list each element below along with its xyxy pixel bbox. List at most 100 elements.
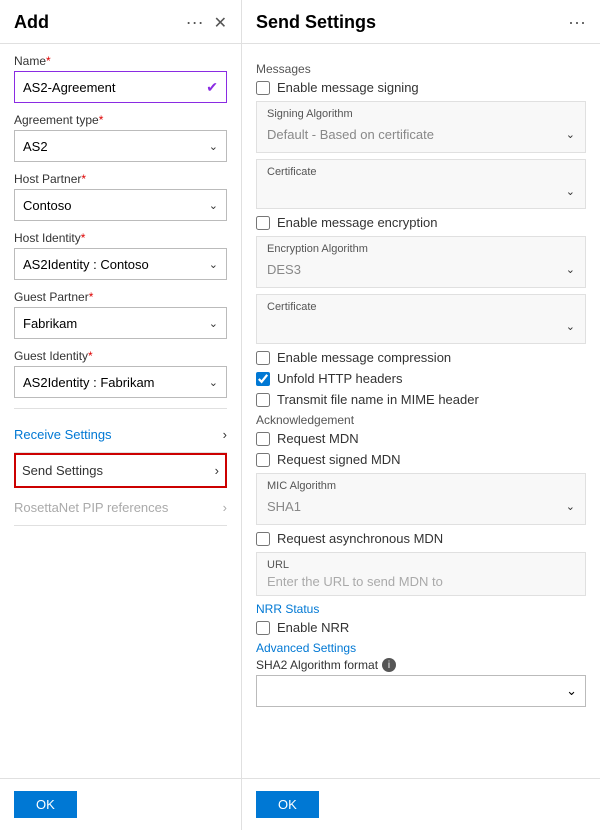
right-header: Send Settings ··· [242, 0, 600, 44]
enable-signing-label: Enable message signing [277, 80, 419, 95]
chevron-right-icon: › [215, 463, 219, 478]
advanced-settings-label: Advanced Settings [256, 641, 586, 655]
check-icon: ✔ [206, 79, 218, 96]
request-async-mdn-checkbox[interactable] [256, 532, 270, 546]
right-body: Messages Enable message signing Signing … [242, 44, 600, 778]
chevron-down-icon: ⌄ [566, 683, 577, 699]
guest-partner-group: Guest Partner* Fabrikam ⌄ [14, 290, 227, 339]
agreement-type-label: Agreement type* [14, 113, 227, 127]
chevron-down-icon: ⌄ [566, 263, 575, 276]
enable-nrr-checkbox[interactable] [256, 621, 270, 635]
chevron-right-icon: › [223, 500, 227, 515]
request-mdn-checkbox[interactable] [256, 432, 270, 446]
request-async-mdn-label: Request asynchronous MDN [277, 531, 443, 546]
guest-partner-label: Guest Partner* [14, 290, 227, 304]
enable-compression-checkbox[interactable] [256, 351, 270, 365]
agreement-type-select[interactable]: AS2 ⌄ [14, 130, 227, 162]
mic-algo-section: MIC Algorithm SHA1 ⌄ [256, 473, 586, 525]
info-icon[interactable]: i [382, 658, 396, 672]
send-settings-label: Send Settings [22, 463, 103, 478]
chevron-down-icon: ⌄ [566, 128, 575, 141]
url-label: URL [267, 559, 575, 571]
mic-algo-value: SHA1 [267, 499, 301, 514]
host-partner-label: Host Partner* [14, 172, 227, 186]
signing-algo-label: Signing Algorithm [267, 108, 575, 120]
mic-algo-select[interactable]: SHA1 ⌄ [267, 495, 575, 518]
acknowledgement-label: Acknowledgement [256, 413, 586, 427]
right-footer: OK [242, 778, 600, 830]
right-dots-menu[interactable]: ··· [568, 12, 586, 33]
chevron-down-icon: ⌄ [209, 199, 218, 212]
rosettanet-label: RosettaNet PIP references [14, 500, 168, 515]
encryption-cert-select[interactable]: ⌄ [267, 316, 575, 337]
name-group: Name* AS2-Agreement ✔ [14, 54, 227, 103]
host-partner-group: Host Partner* Contoso ⌄ [14, 172, 227, 221]
signing-certificate-section: Certificate ⌄ [256, 159, 586, 209]
chevron-down-icon: ⌄ [209, 140, 218, 153]
right-ok-button[interactable]: OK [256, 791, 319, 818]
transmit-filename-checkbox[interactable] [256, 393, 270, 407]
unfold-http-label: Unfold HTTP headers [277, 371, 403, 386]
encryption-certificate-section: Certificate ⌄ [256, 294, 586, 344]
mic-algo-label: MIC Algorithm [267, 480, 575, 492]
sha2-format-select[interactable]: ⌄ [256, 675, 586, 707]
nrr-status-label: NRR Status [256, 602, 586, 616]
url-input[interactable]: Enter the URL to send MDN to [267, 574, 575, 589]
request-signed-mdn-row: Request signed MDN [256, 452, 586, 467]
nav-rosettanet[interactable]: RosettaNet PIP references › [14, 490, 227, 526]
chevron-down-icon: ⌄ [209, 258, 218, 271]
request-signed-mdn-label: Request signed MDN [277, 452, 401, 467]
transmit-filename-label: Transmit file name in MIME header [277, 392, 479, 407]
encryption-cert-label: Certificate [267, 301, 575, 313]
host-identity-select[interactable]: AS2Identity : Contoso ⌄ [14, 248, 227, 280]
right-panel-title: Send Settings [256, 12, 562, 33]
enable-compression-label: Enable message compression [277, 350, 451, 365]
left-dots-menu[interactable]: ··· [186, 12, 204, 33]
guest-identity-group: Guest Identity* AS2Identity : Fabrikam ⌄ [14, 349, 227, 398]
chevron-down-icon: ⌄ [209, 376, 218, 389]
nav-send-settings[interactable]: Send Settings › [14, 453, 227, 488]
unfold-http-row: Unfold HTTP headers [256, 371, 586, 386]
chevron-down-icon: ⌄ [566, 320, 575, 333]
request-signed-mdn-checkbox[interactable] [256, 453, 270, 467]
name-input[interactable]: AS2-Agreement ✔ [14, 71, 227, 103]
close-button[interactable]: ✕ [214, 13, 227, 33]
left-panel-title: Add [14, 12, 180, 33]
left-body: Name* AS2-Agreement ✔ Agreement type* AS… [0, 44, 241, 778]
enable-encryption-row: Enable message encryption [256, 215, 586, 230]
agreement-type-group: Agreement type* AS2 ⌄ [14, 113, 227, 162]
encryption-algo-select[interactable]: DES3 ⌄ [267, 258, 575, 281]
signing-algo-value: Default - Based on certificate [267, 127, 434, 142]
signing-algo-select[interactable]: Default - Based on certificate ⌄ [267, 123, 575, 146]
guest-identity-label: Guest Identity* [14, 349, 227, 363]
enable-signing-checkbox[interactable] [256, 81, 270, 95]
left-footer: OK [0, 778, 241, 830]
host-identity-group: Host Identity* AS2Identity : Contoso ⌄ [14, 231, 227, 280]
enable-encryption-checkbox[interactable] [256, 216, 270, 230]
signing-algorithm-section: Signing Algorithm Default - Based on cer… [256, 101, 586, 153]
left-ok-button[interactable]: OK [14, 791, 77, 818]
encryption-algo-value: DES3 [267, 262, 301, 277]
sha2-format-label: SHA2 Algorithm format [256, 658, 378, 672]
chevron-down-icon: ⌄ [566, 185, 575, 198]
host-partner-select[interactable]: Contoso ⌄ [14, 189, 227, 221]
enable-compression-row: Enable message compression [256, 350, 586, 365]
enable-encryption-label: Enable message encryption [277, 215, 437, 230]
host-identity-label: Host Identity* [14, 231, 227, 245]
url-section: URL Enter the URL to send MDN to [256, 552, 586, 596]
chevron-right-icon: › [223, 427, 227, 442]
signing-cert-label: Certificate [267, 166, 575, 178]
nav-receive-settings[interactable]: Receive Settings › [14, 417, 227, 453]
left-panel: Add ··· ✕ Name* AS2-Agreement ✔ Agreemen… [0, 0, 242, 830]
right-panel: Send Settings ··· Messages Enable messag… [242, 0, 600, 830]
signing-cert-select[interactable]: ⌄ [267, 181, 575, 202]
chevron-down-icon: ⌄ [209, 317, 218, 330]
enable-nrr-row: Enable NRR [256, 620, 586, 635]
encryption-algo-label: Encryption Algorithm [267, 243, 575, 255]
guest-identity-select[interactable]: AS2Identity : Fabrikam ⌄ [14, 366, 227, 398]
unfold-http-checkbox[interactable] [256, 372, 270, 386]
sha2-format-row: SHA2 Algorithm format i [256, 658, 586, 672]
divider [14, 408, 227, 409]
guest-partner-select[interactable]: Fabrikam ⌄ [14, 307, 227, 339]
name-label: Name* [14, 54, 227, 68]
